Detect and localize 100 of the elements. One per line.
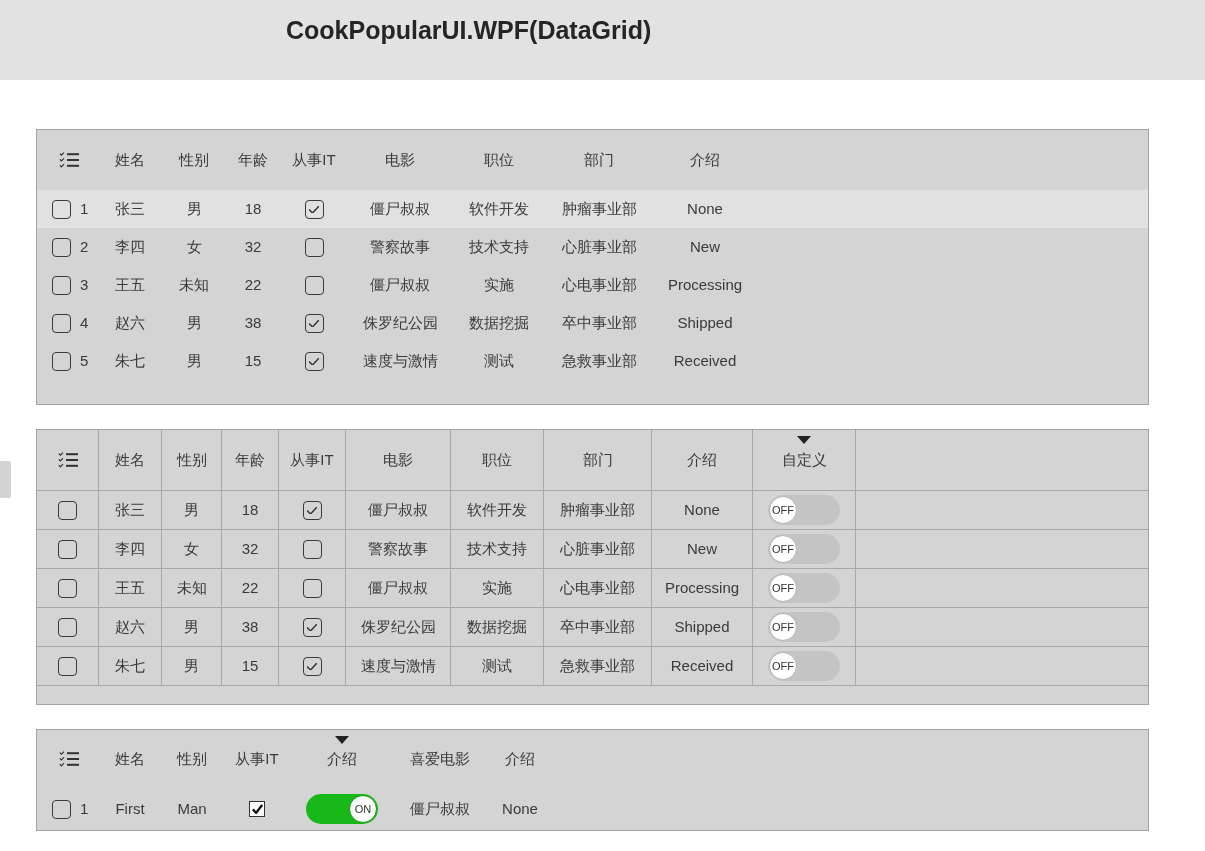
cell-text: 未知 bbox=[179, 274, 209, 295]
checkmark-icon bbox=[309, 357, 319, 365]
column-header[interactable]: 从事IT bbox=[290, 448, 334, 472]
column-header[interactable]: 性别 bbox=[176, 448, 207, 472]
column-header[interactable]: 部门 bbox=[584, 148, 614, 172]
cell-text: 软件开发 bbox=[467, 499, 527, 520]
checkbox[interactable] bbox=[58, 578, 77, 598]
cell-text: 女 bbox=[184, 538, 199, 559]
cell-text: 15 bbox=[244, 350, 262, 371]
checkbox[interactable] bbox=[249, 801, 265, 817]
column-header[interactable]: 职位 bbox=[482, 448, 512, 472]
column-header[interactable]: 职位 bbox=[484, 148, 514, 172]
row-number: 3 bbox=[80, 274, 89, 295]
checkbox[interactable] bbox=[304, 237, 324, 257]
cell-text: 张三 bbox=[115, 499, 145, 520]
checkmark-icon bbox=[307, 623, 317, 631]
cell-text: 王五 bbox=[115, 274, 145, 295]
toggle-switch[interactable]: OFF bbox=[768, 495, 840, 525]
column-header[interactable]: 介绍 bbox=[327, 747, 357, 771]
checkbox[interactable] bbox=[58, 656, 77, 676]
cell-text: 心脏事业部 bbox=[560, 538, 635, 559]
cell-text: 实施 bbox=[482, 577, 512, 598]
cell-text: New bbox=[690, 236, 720, 257]
checkbox[interactable] bbox=[52, 799, 71, 819]
checkbox[interactable] bbox=[52, 237, 71, 257]
column-header[interactable]: 介绍 bbox=[505, 747, 535, 771]
toggle-switch[interactable]: OFF bbox=[768, 534, 840, 564]
highlighted-row[interactable]: 1 张三 男 18 僵尸叔叔 软件开发 肿瘤事业部 None bbox=[37, 190, 1148, 228]
cell-text: 朱七 bbox=[115, 655, 145, 676]
row-number: 1 bbox=[80, 798, 89, 819]
cell-text: 急救事业部 bbox=[561, 350, 637, 371]
checkbox[interactable] bbox=[302, 656, 322, 676]
column-header[interactable]: 介绍 bbox=[687, 448, 717, 472]
checkbox[interactable] bbox=[304, 351, 324, 371]
cell-text: 心电事业部 bbox=[561, 274, 637, 295]
column-header[interactable]: 性别 bbox=[179, 148, 209, 172]
checkbox[interactable] bbox=[52, 313, 71, 333]
cell-text: New bbox=[687, 538, 717, 559]
column-header[interactable]: 从事IT bbox=[235, 747, 279, 771]
checklist-icon[interactable] bbox=[59, 751, 79, 767]
cell-text: 女 bbox=[186, 236, 202, 257]
checkmark-icon bbox=[251, 804, 263, 814]
cell-text: 未知 bbox=[176, 577, 207, 598]
checkbox[interactable] bbox=[52, 351, 71, 371]
sort-arrow-icon[interactable] bbox=[797, 436, 811, 444]
cell-text: 男 bbox=[186, 312, 202, 333]
column-header[interactable]: 介绍 bbox=[690, 148, 720, 172]
column-header[interactable]: 姓名 bbox=[115, 148, 145, 172]
checkbox[interactable] bbox=[304, 313, 324, 333]
cell-text: 速度与激情 bbox=[362, 350, 438, 371]
cell-text: 心电事业部 bbox=[560, 577, 635, 598]
column-header[interactable]: 电影 bbox=[383, 448, 413, 472]
checkbox[interactable] bbox=[58, 617, 77, 637]
cell-text: 侏罗纪公园 bbox=[362, 312, 438, 333]
toggle-switch[interactable]: OFF bbox=[768, 612, 840, 642]
checkbox[interactable] bbox=[302, 617, 322, 637]
row-number: 2 bbox=[80, 236, 89, 257]
column-header[interactable]: 性别 bbox=[177, 747, 207, 771]
toggle-switch[interactable]: OFF bbox=[768, 651, 840, 681]
cell-text: 数据挖掘 bbox=[469, 312, 529, 333]
column-header[interactable]: 从事IT bbox=[292, 148, 336, 172]
column-header[interactable]: 自定义 bbox=[781, 448, 827, 472]
side-handle[interactable] bbox=[0, 461, 11, 498]
checklist-icon[interactable] bbox=[57, 452, 78, 468]
checkbox[interactable] bbox=[52, 199, 71, 219]
cell-text: Received bbox=[670, 655, 734, 676]
checkbox[interactable] bbox=[302, 578, 322, 598]
cell-text: Man bbox=[177, 798, 207, 819]
checkbox[interactable] bbox=[302, 500, 322, 520]
checkmark-icon bbox=[307, 662, 317, 670]
cell-text: 测试 bbox=[482, 655, 512, 676]
cell-text: 警察故事 bbox=[370, 236, 430, 257]
toggle-switch[interactable]: ON bbox=[306, 794, 378, 824]
checkbox[interactable] bbox=[304, 199, 324, 219]
cell-text: 僵尸叔叔 bbox=[410, 798, 470, 819]
page-title: CookPopularUI.WPF(DataGrid) bbox=[286, 15, 652, 46]
checkbox[interactable] bbox=[52, 275, 71, 295]
checkbox[interactable] bbox=[304, 275, 324, 295]
sort-arrow-icon[interactable] bbox=[335, 736, 349, 744]
column-header[interactable]: 电影 bbox=[385, 148, 415, 172]
checkbox[interactable] bbox=[302, 539, 322, 559]
cell-text: 李四 bbox=[115, 538, 145, 559]
cell-text: 38 bbox=[241, 616, 259, 637]
cell-text: First bbox=[115, 798, 145, 819]
cell-text: 技术支持 bbox=[467, 538, 527, 559]
cell-text: 僵尸叔叔 bbox=[368, 499, 428, 520]
toggle-switch[interactable]: OFF bbox=[768, 573, 840, 603]
cell-text: 15 bbox=[241, 655, 259, 676]
column-header[interactable]: 年龄 bbox=[238, 148, 268, 172]
checklist-icon[interactable] bbox=[59, 152, 79, 168]
column-header[interactable]: 喜爱电影 bbox=[410, 747, 470, 771]
cell-text: 赵六 bbox=[115, 616, 145, 637]
column-header[interactable]: 姓名 bbox=[115, 448, 145, 472]
checkbox[interactable] bbox=[58, 539, 77, 559]
column-header[interactable]: 年龄 bbox=[235, 448, 265, 472]
column-header[interactable]: 姓名 bbox=[115, 747, 145, 771]
cell-text: 18 bbox=[244, 198, 262, 219]
column-header[interactable]: 部门 bbox=[582, 448, 613, 472]
checkbox[interactable] bbox=[58, 500, 77, 520]
cell-text: 男 bbox=[184, 616, 199, 637]
